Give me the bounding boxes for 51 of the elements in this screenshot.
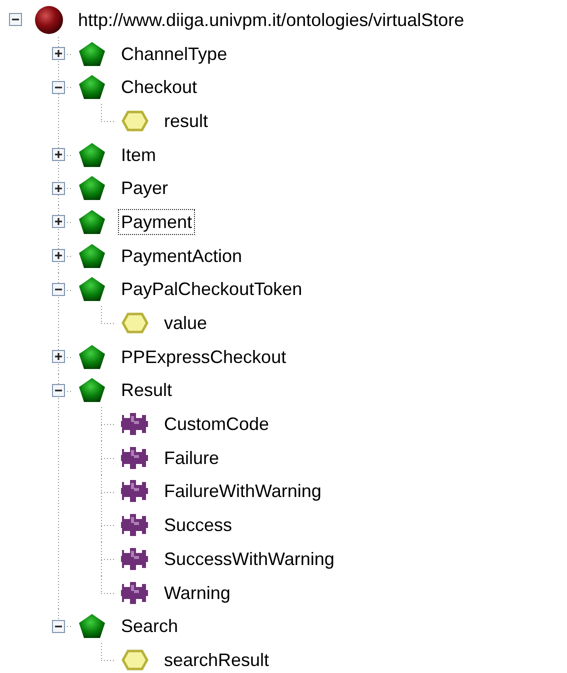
tree-item[interactable]: Warning: [161, 580, 234, 606]
pentagon-icon: [78, 242, 106, 269]
pentagon-icon: [78, 74, 106, 100]
tree-item[interactable]: result: [161, 108, 212, 134]
pentagon-icon: [78, 344, 106, 370]
pentagon-icon: [78, 175, 106, 202]
expand-icon[interactable]: [52, 148, 64, 162]
pentagon-icon: [78, 613, 106, 640]
puzzle-icon: [121, 446, 149, 470]
pentagon-icon: [78, 208, 106, 235]
tree-item[interactable]: Result: [118, 377, 176, 404]
puzzle-icon: [121, 412, 149, 436]
collapse-icon[interactable]: [8, 13, 22, 26]
puzzle-icon: [121, 546, 149, 571]
tree-item[interactable]: ChannelType: [118, 40, 230, 67]
hexagon-icon: [121, 648, 149, 671]
tree-item[interactable]: http://www.diiga.univpm.it/ontologies/virtualStore: [75, 6, 468, 33]
sphere-icon: [34, 4, 64, 35]
collapse-icon[interactable]: [52, 282, 64, 296]
tree-item[interactable]: Payment: [118, 208, 196, 235]
tree-item[interactable]: Payer: [118, 175, 172, 202]
tree-item[interactable]: searchResult: [161, 646, 272, 673]
tree-item[interactable]: Checkout: [118, 74, 200, 100]
pentagon-icon: [78, 40, 106, 67]
tree-item[interactable]: Search: [118, 613, 182, 640]
hexagon-icon: [121, 110, 149, 132]
tree-item[interactable]: CustomCode: [161, 411, 272, 438]
hexagon-icon: [121, 312, 149, 334]
expand-icon[interactable]: [52, 182, 64, 195]
tree-item[interactable]: Success: [161, 512, 236, 538]
tree-item[interactable]: SuccessWithWarning: [161, 546, 338, 572]
collapse-icon[interactable]: [52, 384, 64, 397]
expand-icon[interactable]: [52, 215, 64, 228]
tree-item[interactable]: FailureWithWarning: [161, 478, 324, 504]
pentagon-icon: [78, 377, 106, 404]
expand-icon[interactable]: [52, 47, 64, 60]
tree-item[interactable]: value: [161, 310, 210, 336]
tree-item[interactable]: PPExpressCheckout: [118, 344, 290, 370]
tree-item[interactable]: Failure: [161, 444, 222, 471]
puzzle-icon: [121, 580, 149, 605]
puzzle-icon: [121, 479, 149, 504]
collapse-icon[interactable]: [52, 620, 64, 633]
pentagon-icon: [78, 142, 106, 168]
tree-item[interactable]: Item: [118, 142, 160, 168]
tree-item[interactable]: PayPalCheckoutToken: [118, 276, 306, 302]
collapse-icon[interactable]: [52, 80, 64, 94]
pentagon-icon: [78, 276, 106, 302]
expand-icon[interactable]: [52, 249, 64, 262]
tree-item[interactable]: PaymentAction: [118, 242, 246, 269]
puzzle-icon: [121, 513, 149, 538]
expand-icon[interactable]: [52, 350, 64, 364]
